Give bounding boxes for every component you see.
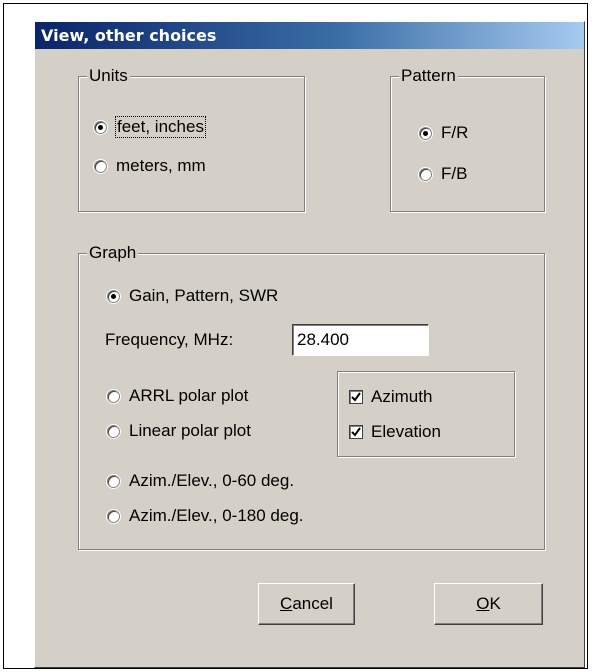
radio-indicator — [107, 474, 120, 488]
radio-label: Azim./Elev., 0-60 deg. — [129, 471, 295, 490]
radio-azim-elev-0-60[interactable]: Azim./Elev., 0-60 deg. — [107, 470, 294, 492]
checkbox-indicator — [349, 390, 363, 404]
ok-button[interactable]: OK — [434, 583, 543, 625]
radio-label: meters, mm — [116, 156, 206, 175]
radio-indicator — [94, 159, 107, 173]
checkbox-label: Elevation — [371, 422, 441, 441]
checkbox-indicator — [349, 425, 363, 439]
radio-azim-elev-0-180[interactable]: Azim./Elev., 0-180 deg. — [107, 505, 304, 527]
checkbox-azimuth[interactable]: Azimuth — [349, 386, 432, 408]
radio-label: Azim./Elev., 0-180 deg. — [129, 506, 304, 525]
frequency-label: Frequency, MHz: — [105, 330, 234, 349]
radio-arrl-polar-plot[interactable]: ARRL polar plot — [107, 385, 248, 407]
frequency-input[interactable] — [292, 324, 429, 356]
radio-label: Linear polar plot — [129, 421, 251, 440]
radio-gain-pattern-swr[interactable]: Gain, Pattern, SWR — [107, 285, 278, 307]
cancel-label-rest: ancel — [292, 594, 333, 613]
cancel-mnemonic: C — [280, 594, 293, 613]
radio-fb[interactable]: F/B — [419, 163, 467, 185]
plot-plane-box: Azimuth Elevation — [337, 371, 515, 457]
units-group-label: Units — [87, 66, 130, 86]
ok-label-rest: K — [489, 594, 501, 613]
radio-feet-inches[interactable]: feet, inches — [94, 116, 206, 138]
pattern-group-label: Pattern — [399, 66, 458, 86]
radio-label: F/B — [441, 164, 468, 183]
dialog-title: View, other choices — [41, 26, 217, 45]
radio-indicator — [107, 424, 120, 438]
view-choices-dialog: View, other choices Units feet, inches m… — [34, 21, 585, 668]
pattern-group: Pattern F/R F/B — [390, 66, 545, 212]
checkbox-label: Azimuth — [371, 387, 433, 406]
radio-label: feet, inches — [115, 116, 206, 138]
radio-indicator — [107, 289, 120, 303]
cancel-button[interactable]: Cancel — [258, 583, 355, 625]
radio-indicator — [94, 120, 107, 134]
radio-indicator — [107, 389, 120, 403]
radio-indicator — [107, 509, 120, 523]
radio-indicator — [419, 126, 432, 140]
graph-group-label: Graph — [87, 243, 139, 263]
checkbox-elevation[interactable]: Elevation — [349, 421, 441, 443]
radio-indicator — [419, 167, 432, 181]
radio-label: ARRL polar plot — [129, 386, 249, 405]
units-group: Units feet, inches meters, mm — [78, 66, 305, 212]
ok-mnemonic: O — [476, 594, 490, 613]
radio-meters-mm[interactable]: meters, mm — [94, 155, 206, 177]
radio-label: F/R — [441, 123, 469, 142]
radio-fr[interactable]: F/R — [419, 122, 468, 144]
graph-group: Graph Gain, Pattern, SWR Frequency, MHz:… — [78, 243, 545, 550]
title-bar: View, other choices — [35, 22, 584, 49]
radio-linear-polar-plot[interactable]: Linear polar plot — [107, 420, 251, 442]
radio-label: Gain, Pattern, SWR — [129, 286, 279, 305]
